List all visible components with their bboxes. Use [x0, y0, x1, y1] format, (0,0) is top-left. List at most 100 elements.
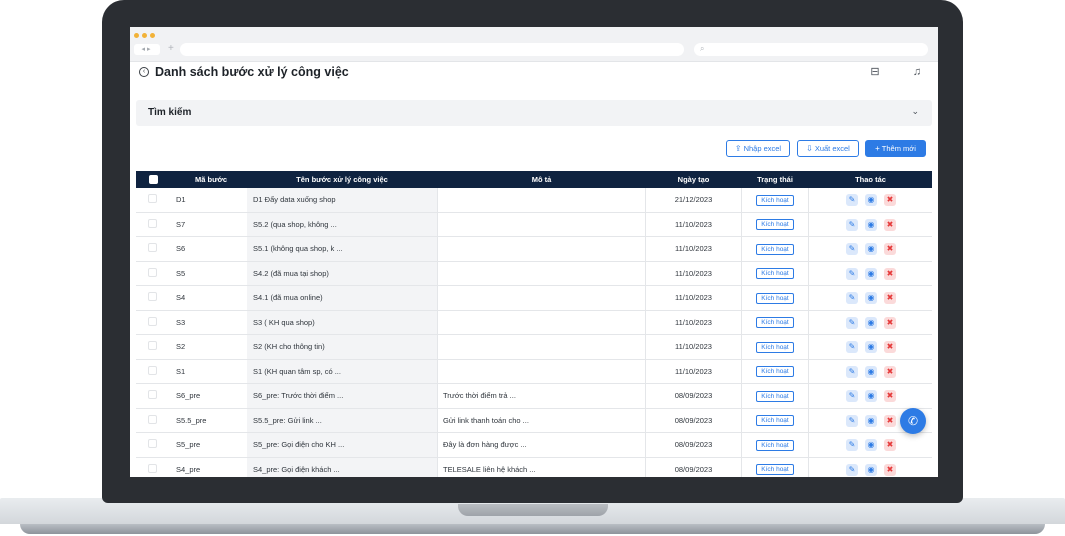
eye-icon[interactable]: ◉ — [865, 292, 877, 304]
table-row[interactable]: D1 D1 Đẩy data xuống shop 21/12/2023 Kíc… — [136, 188, 932, 213]
trash-icon[interactable]: ✖ — [884, 243, 896, 255]
add-new-button[interactable]: + Thêm mới — [865, 140, 926, 157]
step-description — [437, 310, 646, 334]
edit-icon[interactable]: ✎ — [846, 390, 858, 402]
status-badge: Kích hoạt — [756, 464, 794, 476]
export-excel-button[interactable]: ⇩ Xuất excel — [797, 140, 859, 157]
trash-icon[interactable]: ✖ — [884, 414, 896, 427]
table-row[interactable]: S7 S5.2 (qua shop, không ... 11/10/2023 … — [136, 212, 932, 237]
edit-icon[interactable]: ✎ — [846, 463, 858, 476]
eye-icon[interactable]: ◉ — [865, 365, 877, 378]
page-title: Danh sách bước xử lý công việc — [155, 65, 349, 79]
eye-icon[interactable]: ◉ — [865, 439, 877, 451]
edit-icon[interactable]: ✎ — [846, 341, 858, 353]
edit-icon[interactable]: ✎ — [846, 194, 858, 206]
step-name: S6_pre: Trước thời điểm ... — [247, 384, 437, 408]
step-description — [437, 237, 646, 261]
edit-icon[interactable]: ✎ — [846, 292, 858, 304]
edit-icon[interactable]: ✎ — [846, 218, 858, 231]
edit-icon[interactable]: ✎ — [846, 439, 858, 451]
eye-icon[interactable]: ◉ — [865, 218, 877, 231]
edit-icon[interactable]: ✎ — [846, 365, 858, 378]
import-excel-button[interactable]: ⇪ Nhập excel — [726, 140, 790, 157]
laptop-notch — [458, 504, 608, 516]
actions-cell: ✎ ◉ ✖ — [809, 458, 932, 478]
row-checkbox[interactable] — [148, 218, 157, 228]
row-checkbox[interactable] — [148, 341, 157, 350]
table-row[interactable]: S5_pre S5_pre: Gọi điện cho KH ... Đây l… — [136, 433, 932, 458]
table-row[interactable]: S4_pre S4_pre: Gọi điện khách ... TELESA… — [136, 457, 932, 478]
step-code: S5_pre — [176, 440, 201, 449]
edit-icon[interactable]: ✎ — [846, 267, 858, 280]
table-row[interactable]: S2 S2 (KH cho thông tin) 11/10/2023 Kích… — [136, 335, 932, 360]
table-row[interactable]: S5.5_pre S5.5_pre: Gửi link ... Gửi link… — [136, 408, 932, 433]
back-icon[interactable]: ‹ — [139, 67, 149, 77]
window-close-dot[interactable] — [134, 33, 139, 38]
trash-icon[interactable]: ✖ — [884, 218, 896, 231]
step-description — [437, 212, 646, 236]
eye-icon[interactable]: ◉ — [865, 316, 877, 329]
trash-icon[interactable]: ✖ — [884, 267, 896, 280]
table-row[interactable]: S6_pre S6_pre: Trước thời điểm ... Trước… — [136, 384, 932, 409]
edit-icon[interactable]: ✎ — [846, 316, 858, 329]
window-maximize-dot[interactable] — [150, 33, 155, 38]
table-row[interactable]: S4 S4.1 (đã mua online) 11/10/2023 Kích … — [136, 286, 932, 311]
table-row[interactable]: S5 S4.2 (đã mua tại shop) 11/10/2023 Kíc… — [136, 261, 932, 286]
row-checkbox[interactable] — [148, 439, 157, 448]
trash-icon[interactable]: ✖ — [884, 463, 896, 476]
chevron-down-icon[interactable]: ⌄ — [911, 106, 919, 117]
select-all-checkbox[interactable] — [149, 175, 158, 184]
row-checkbox[interactable] — [148, 365, 157, 375]
search-panel[interactable]: Tìm kiếm ⌄ — [136, 100, 932, 126]
trash-icon[interactable]: ✖ — [884, 194, 896, 206]
eye-icon[interactable]: ◉ — [865, 267, 877, 280]
row-checkbox[interactable] — [148, 243, 157, 252]
new-tab-icon[interactable]: + — [168, 43, 174, 54]
edit-icon[interactable]: ✎ — [846, 243, 858, 255]
url-bar[interactable] — [180, 43, 684, 56]
edit-icon[interactable]: ✎ — [846, 414, 858, 427]
trash-icon[interactable]: ✖ — [884, 439, 896, 451]
actions-cell: ✎ ◉ ✖ — [809, 311, 932, 335]
step-code: S5.5_pre — [176, 415, 207, 425]
nav-arrows-icon[interactable]: ◂▸ — [134, 44, 160, 55]
eye-icon[interactable]: ◉ — [865, 194, 877, 206]
column-header-status[interactable]: Trạng thái — [741, 171, 809, 188]
status-badge: Kích hoạt — [756, 268, 794, 280]
status-badge: Kích hoạt — [756, 415, 794, 427]
eye-icon[interactable]: ◉ — [865, 390, 877, 402]
row-checkbox[interactable] — [148, 390, 157, 399]
row-checkbox[interactable] — [148, 194, 157, 203]
column-header-code[interactable]: Mã bước — [176, 171, 246, 188]
row-checkbox[interactable] — [148, 292, 157, 301]
bell-icon[interactable]: ♫ — [910, 65, 924, 79]
trash-icon[interactable]: ✖ — [884, 292, 896, 304]
status-badge: Kích hoạt — [756, 390, 794, 402]
download-icon: ⇩ — [806, 144, 813, 153]
table-row[interactable]: S3 S3 ( KH qua shop) 11/10/2023 Kích hoạ… — [136, 310, 932, 335]
row-checkbox[interactable] — [148, 316, 157, 326]
trash-icon[interactable]: ✖ — [884, 316, 896, 329]
row-checkbox[interactable] — [148, 463, 157, 473]
table-row[interactable]: S6 S5.1 (không qua shop, k ... 11/10/202… — [136, 237, 932, 262]
eye-icon[interactable]: ◉ — [865, 463, 877, 476]
browser-search-bar[interactable]: ⌕ — [694, 43, 928, 56]
status-cell: Kích hoạt — [741, 408, 809, 432]
inbox-icon[interactable]: ⊟ — [868, 65, 882, 79]
trash-icon[interactable]: ✖ — [884, 390, 896, 402]
row-checkbox[interactable] — [148, 414, 157, 424]
status-cell: Kích hoạt — [741, 286, 809, 310]
window-minimize-dot[interactable] — [142, 33, 147, 38]
step-description — [437, 188, 646, 212]
column-header-name[interactable]: Tên bước xử lý công việc — [247, 171, 437, 188]
trash-icon[interactable]: ✖ — [884, 365, 896, 378]
eye-icon[interactable]: ◉ — [865, 243, 877, 255]
column-header-description[interactable]: Mô tả — [437, 171, 646, 188]
column-header-date[interactable]: Ngày tạo — [646, 171, 741, 188]
trash-icon[interactable]: ✖ — [884, 341, 896, 353]
row-checkbox[interactable] — [148, 267, 157, 277]
table-row[interactable]: S1 S1 (KH quan tâm sp, có ... 11/10/2023… — [136, 359, 932, 384]
eye-icon[interactable]: ◉ — [865, 341, 877, 353]
eye-icon[interactable]: ◉ — [865, 414, 877, 427]
phone-call-button[interactable]: ✆ — [900, 408, 926, 434]
